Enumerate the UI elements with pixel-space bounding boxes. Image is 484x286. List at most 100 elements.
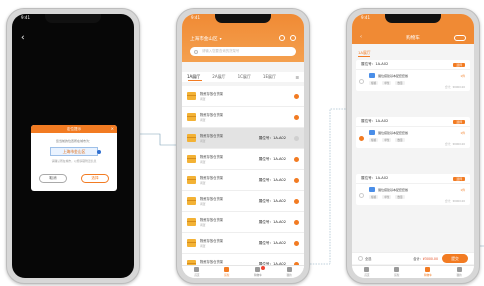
- shelf-name: 物资存放仓货架: [200, 239, 224, 243]
- box-icon: [187, 155, 196, 163]
- list-item[interactable]: 物资存放仓货架闲置 展位号：1A-A02: [182, 233, 304, 254]
- list-item[interactable]: 物资存放仓货架 闲置: [182, 86, 304, 107]
- cart-item[interactable]: 展位搭建基本配套套餐 1件 规格 单位 数量 合计：¥0000.00: [356, 126, 470, 148]
- more-menu-icon[interactable]: [454, 35, 466, 41]
- tabbar-cart[interactable]: 购物车: [254, 266, 265, 277]
- booth-code: 展位号：1A-A02: [258, 177, 286, 182]
- tab-hall-4[interactable]: 1E展厅: [263, 74, 276, 80]
- phone2-screen: 9:41 上海市金山区 ▾ 请输入您要查询的货架号 1A展厅 2A展厅 1C展厅 …: [182, 14, 304, 278]
- back-arrow-icon[interactable]: ‹: [21, 34, 25, 43]
- location-pin-icon: [97, 150, 101, 154]
- hall-tabs: 1A展厅 2A展厅 1C展厅 1E展厅 ☰: [182, 72, 304, 82]
- bottom-tabbar: 首页 货架 购物车 我的: [182, 265, 304, 278]
- status-bar: 9:41: [361, 15, 465, 23]
- select-all-label: 全选: [365, 257, 372, 261]
- cart-icon: [425, 267, 431, 272]
- tabbar-home[interactable]: 首页: [194, 267, 200, 277]
- booth-code: 展位号：1A-A02: [258, 240, 286, 245]
- tab-hall-2[interactable]: 2A展厅: [212, 74, 225, 80]
- item-checkbox-checked[interactable]: [359, 136, 364, 141]
- tabbar-me[interactable]: 我的: [456, 267, 462, 277]
- tabbar-shelf[interactable]: 货架: [224, 267, 229, 277]
- list-item[interactable]: 物资存放仓货架 闲置: [182, 107, 304, 128]
- list-item[interactable]: 物资存放仓货架闲置 展位号：1A-A02: [182, 212, 304, 233]
- select-tag[interactable]: 选择: [453, 176, 465, 181]
- meta-count: 数量: [395, 138, 405, 142]
- meta-spec: 规格: [369, 81, 379, 85]
- tabbar-home[interactable]: 首页: [364, 267, 370, 277]
- item-subtotal: 合计：¥0000.00: [444, 86, 465, 89]
- menu-icon[interactable]: ☰: [295, 75, 299, 80]
- shelf-name: 物资存放仓货架: [200, 113, 224, 117]
- header-actions: [279, 35, 296, 41]
- select-radio[interactable]: [294, 114, 299, 120]
- shelf-status: 闲置: [200, 223, 206, 227]
- meta-count: 数量: [395, 195, 405, 199]
- box-icon: [187, 113, 196, 121]
- tabbar-me[interactable]: 我的: [286, 267, 292, 277]
- box-icon: [187, 197, 196, 205]
- list-item[interactable]: 物资存放仓货架闲置 展位号：1A-A02: [182, 149, 304, 170]
- dialog-title: 定位提示: [66, 127, 82, 131]
- shelf-status: 闲置: [200, 97, 206, 101]
- dialog-note: 请确认所在城市，以便获取附近信息: [51, 159, 97, 163]
- cart-item[interactable]: 展位搭建基本配套套餐 1件 规格 单位 数量 合计：¥0000.00: [356, 69, 470, 91]
- select-radio[interactable]: [294, 219, 299, 225]
- package-icon: [369, 130, 375, 135]
- select-radio[interactable]: [294, 156, 299, 162]
- tabbar-label: 首页: [364, 274, 370, 277]
- select-all-checkbox[interactable]: [358, 256, 363, 261]
- select-tag[interactable]: 选择: [453, 119, 465, 124]
- scan-icon[interactable]: [290, 35, 296, 41]
- meta-count: 数量: [395, 81, 405, 85]
- list-item[interactable]: 物资存放仓货架闲置 展位号：1A-A02: [182, 191, 304, 212]
- cart-item[interactable]: 展位搭建基本配套套餐 1件 规格 单位 数量 合计：¥0000.00: [356, 183, 470, 205]
- item-checkbox[interactable]: [359, 79, 364, 84]
- dialog-city-field[interactable]: 上海市金山区: [50, 147, 101, 156]
- select-tag[interactable]: 选择: [453, 62, 465, 67]
- cart-card: 展位号：1A-A02 选择 展位搭建基本配套套餐 1件 规格 单位 数量 合计：¥000…: [356, 60, 470, 91]
- search-input[interactable]: 请输入您要查询的货架号: [190, 47, 296, 56]
- user-icon: [456, 267, 462, 272]
- city-selector[interactable]: 上海市金山区 ▾: [190, 36, 222, 42]
- user-icon: [286, 267, 292, 272]
- total-label: 合计：: [413, 257, 423, 261]
- confirm-button[interactable]: 选择: [81, 174, 109, 183]
- shelf-status: 闲置: [200, 160, 206, 164]
- card-header: 展位号：1A-A02 选择: [356, 60, 470, 69]
- card-header: 展位号：1A-A02 选择: [356, 174, 470, 183]
- phone-location-dialog: 9:41 ‹ 定位提示 × 您当前的位置所在城市为： 上海市金山区 请确认所在城…: [6, 8, 140, 284]
- booth-code: 展位号：1A-A02: [361, 62, 389, 66]
- close-icon[interactable]: ×: [111, 125, 114, 133]
- tab-hall-3[interactable]: 1C展厅: [238, 74, 251, 80]
- shelf-list: 物资存放仓货架 闲置 物资存放仓货架 闲置 物资存放仓货架 闲置 展位号：1A-A02…: [182, 86, 304, 275]
- list-item[interactable]: 物资存放仓货架闲置 展位号：1A-A02: [182, 170, 304, 191]
- message-icon[interactable]: [279, 35, 285, 41]
- item-checkbox[interactable]: [359, 193, 364, 198]
- cart-card: 展位号：1A-A02 选择 展位搭建基本配套套餐 1件 规格 单位 数量 合计：¥000…: [356, 117, 470, 148]
- item-name: 展位搭建基本配套套餐: [378, 73, 409, 78]
- item-qty: 1件: [460, 73, 465, 78]
- tabbar-label: 首页: [194, 274, 200, 277]
- booth-code: 展位号：1A-A02: [361, 119, 389, 123]
- cancel-button[interactable]: 取消: [39, 174, 67, 183]
- tabbar-shelf[interactable]: 货架: [394, 267, 399, 277]
- item-name: 展位搭建基本配套套餐: [378, 187, 409, 192]
- booth-code: 展位号：1A-A02: [258, 219, 286, 224]
- tabbar-label: 货架: [394, 274, 400, 277]
- booth-code: 展位号：1A-A02: [258, 135, 286, 140]
- status-time: 9:41: [191, 15, 200, 20]
- select-radio[interactable]: [294, 93, 299, 99]
- cart-badge: [260, 266, 265, 270]
- dialog-description: 您当前的位置所在城市为：: [55, 139, 92, 143]
- list-item-selected[interactable]: 物资存放仓货架 闲置 展位号：1A-A02: [182, 128, 304, 149]
- select-radio[interactable]: [294, 135, 299, 141]
- select-radio[interactable]: [294, 177, 299, 183]
- submit-button[interactable]: 提交: [442, 254, 468, 263]
- item-qty: 1件: [460, 187, 465, 192]
- select-radio[interactable]: [294, 198, 299, 204]
- tabbar-cart[interactable]: 购物车: [424, 267, 432, 277]
- phone-shopping-cart: 9:41 ‹ 购物车 1A展厅 展位号：1A-A02 选择 展位搭建基本配套套餐 1…: [346, 8, 480, 284]
- shelf-status: 闲置: [200, 202, 206, 206]
- select-radio[interactable]: [294, 240, 299, 246]
